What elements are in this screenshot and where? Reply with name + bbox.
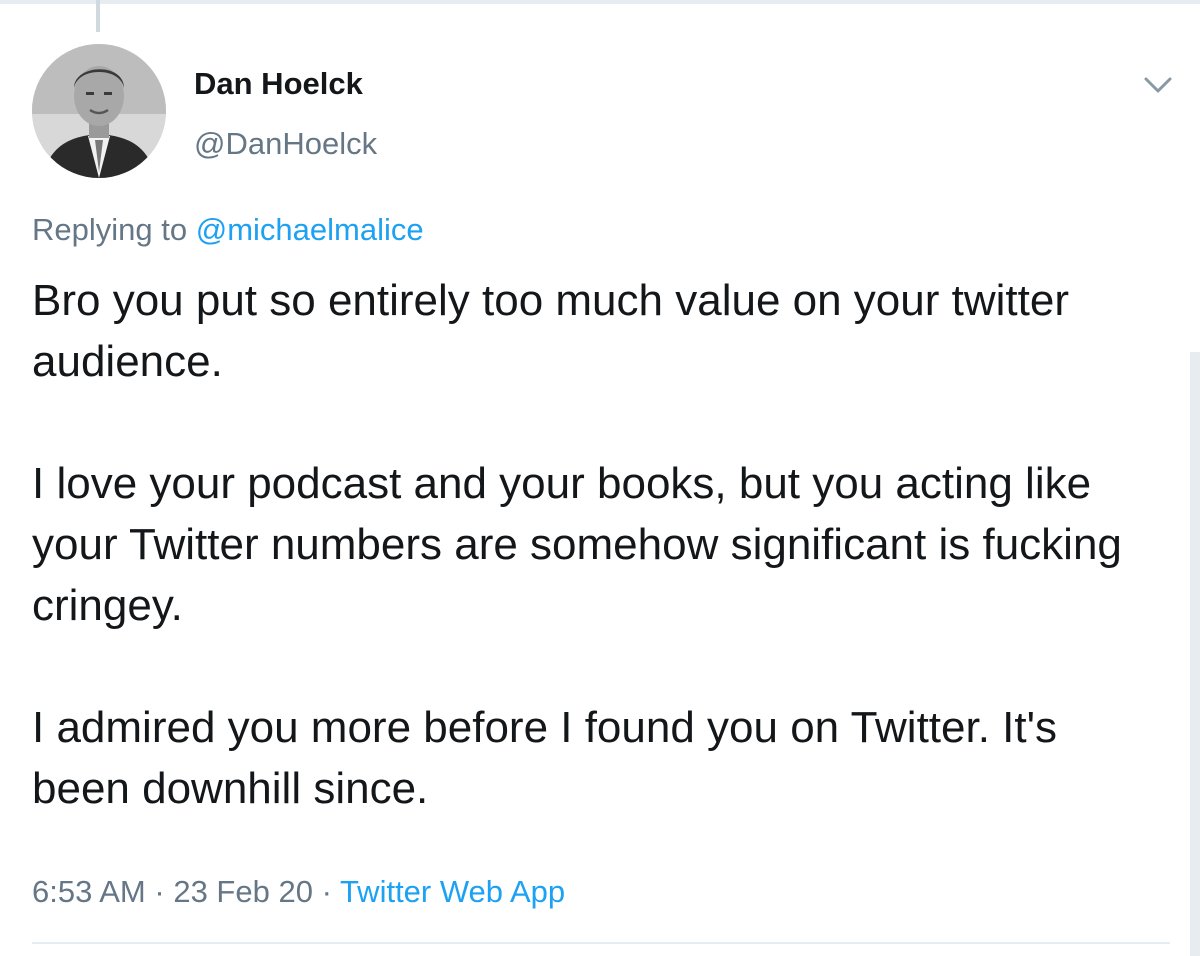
top-divider <box>0 0 1200 4</box>
replying-to: Replying to @michaelmalice <box>32 210 424 250</box>
tweet-paragraph: Bro you put so entirely too much value o… <box>32 276 1069 386</box>
tweet-paragraph: I admired you more before I found you on… <box>32 703 1058 813</box>
tweet-time[interactable]: 6:53 AM <box>32 874 146 909</box>
tweet-paragraph: I love your podcast and your books, but … <box>32 459 1122 630</box>
author-handle[interactable]: @DanHoelck <box>194 124 377 164</box>
thread-connector-line <box>96 0 100 32</box>
author-name[interactable]: Dan Hoelck <box>194 64 363 104</box>
tweet-date[interactable]: 23 Feb 20 <box>173 874 313 909</box>
meta-separator: · <box>154 874 165 909</box>
chevron-down-icon[interactable] <box>1140 70 1176 100</box>
scrollbar-track[interactable] <box>1190 352 1200 956</box>
tweet-body: Bro you put so entirely too much value o… <box>32 270 1142 819</box>
tweet-metadata: 6:53 AM · 23 Feb 20 · Twitter Web App <box>32 870 565 914</box>
profile-photo-icon <box>32 44 166 178</box>
replying-to-label: Replying to <box>32 212 188 247</box>
avatar[interactable] <box>32 44 166 178</box>
meta-separator: · <box>321 874 332 909</box>
bottom-divider <box>32 942 1170 944</box>
tweet-source-link[interactable]: Twitter Web App <box>340 874 565 909</box>
reply-mention-link[interactable]: @michaelmalice <box>196 212 424 247</box>
